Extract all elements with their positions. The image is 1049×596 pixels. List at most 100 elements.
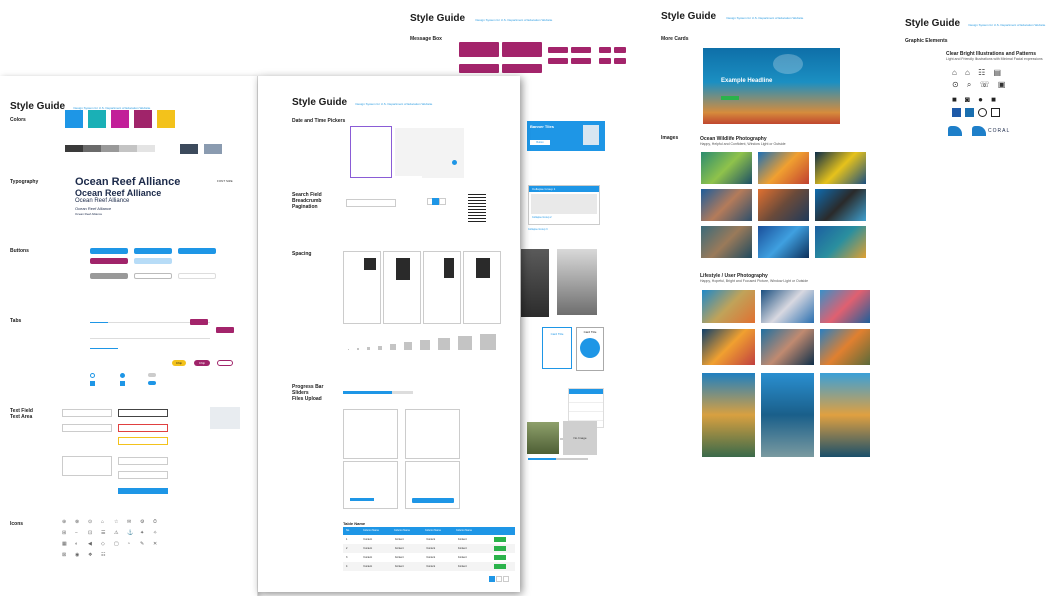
table-page-current[interactable]	[489, 576, 495, 582]
lifestyle-photo-7	[701, 372, 756, 458]
spacing-square	[404, 342, 412, 350]
table-header-cell[interactable]	[484, 527, 515, 535]
table-row[interactable]: 4 Content Content Content Content	[343, 562, 515, 571]
sparkle-icon: ✦	[140, 530, 145, 536]
message-pill-5	[599, 47, 611, 53]
banner-button[interactable]: Button	[530, 140, 550, 145]
collapse-group[interactable]: Collapse Group 1 Collapse Group 2	[528, 185, 600, 225]
primary-button[interactable]	[90, 248, 128, 254]
message-pill-2	[571, 47, 591, 53]
chip-pink[interactable]: Chip	[194, 360, 210, 366]
table-cell: Content	[394, 538, 404, 541]
secondary-button[interactable]	[90, 258, 128, 264]
row-action-button[interactable]	[494, 546, 507, 551]
search-input[interactable]	[346, 199, 396, 207]
outline-button[interactable]	[134, 273, 172, 279]
collapse-item-2[interactable]: Collapse Group 2	[529, 216, 599, 219]
anchor-icon: ⚓	[127, 530, 134, 536]
pie-icon: ◔	[127, 541, 131, 547]
primary-button-2[interactable]	[134, 248, 172, 254]
toggle-on[interactable]	[148, 381, 156, 385]
text-field-filled[interactable]	[62, 424, 112, 432]
row-action-button[interactable]	[494, 555, 507, 560]
contrast-icon: ◐	[75, 541, 79, 547]
table-icon: ▦	[62, 541, 67, 547]
hero-card[interactable]: Example Headline	[703, 48, 840, 124]
upload-button[interactable]	[412, 498, 454, 503]
spacing-thumb-2	[396, 258, 410, 280]
row-action-button[interactable]	[494, 537, 507, 542]
mid-title: Style Guide	[292, 97, 348, 108]
hero-button[interactable]	[721, 96, 739, 100]
select-2[interactable]	[118, 471, 168, 479]
facebook-icon[interactable]	[952, 108, 961, 117]
banner-title: Banner Tiles	[530, 124, 554, 129]
card-circle[interactable]: Card Title	[576, 327, 604, 371]
date-selected[interactable]	[452, 160, 457, 165]
tab-active-indicator[interactable]	[90, 322, 108, 323]
outline-button-2[interactable]	[178, 273, 216, 279]
checkbox-2[interactable]	[120, 381, 125, 386]
chip-outline[interactable]	[217, 360, 233, 366]
primary-button-3[interactable]	[178, 248, 216, 254]
text-area[interactable]	[62, 456, 112, 476]
text-field-focus[interactable]	[118, 409, 168, 417]
checkbox-1[interactable]	[90, 381, 95, 386]
table-cell: Content	[426, 556, 436, 559]
upload-card-3[interactable]	[343, 461, 398, 509]
page-2[interactable]	[439, 198, 446, 205]
table-row[interactable]: 2 Content Content Content Content	[343, 544, 515, 553]
collapse-item-3[interactable]: Collapse Group 3	[528, 228, 547, 231]
row-action-button[interactable]	[494, 564, 507, 569]
slider-track[interactable]	[528, 458, 588, 460]
tab-bar-3[interactable]	[90, 348, 118, 349]
table-header-cell[interactable]: Column Name	[391, 527, 422, 535]
date-picker-2[interactable]	[395, 128, 425, 176]
upload-card-2[interactable]	[405, 409, 460, 459]
radio-2[interactable]	[120, 373, 125, 378]
page-current[interactable]	[432, 198, 439, 205]
message-box-3	[459, 64, 499, 73]
table-header-cell[interactable]: Column Name	[422, 527, 453, 535]
checkbox-icon: ⊠	[62, 552, 67, 558]
spacing-card-4	[463, 251, 501, 324]
message-pill-1	[548, 47, 568, 53]
parrotfish-photo	[814, 225, 867, 259]
toggle-off[interactable]	[148, 373, 156, 377]
gray-button[interactable]	[90, 273, 128, 279]
table-page-3[interactable]	[503, 576, 509, 582]
table-row[interactable]: 1 Content Content Content Content	[343, 535, 515, 544]
tooltip-1	[190, 319, 208, 325]
table-row[interactable]: 3 Content Content Content Content	[343, 553, 515, 562]
collapse-header[interactable]: Collapse Group 1	[529, 186, 599, 192]
text-field-empty[interactable]	[62, 409, 112, 417]
select-list-row-2[interactable]	[569, 411, 603, 416]
table-cell: Content	[426, 538, 436, 541]
card-circle-image	[580, 338, 600, 358]
text-field-warning[interactable]	[118, 437, 168, 445]
chat-icon[interactable]	[978, 108, 987, 117]
linkedin-icon[interactable]	[965, 108, 974, 117]
text-field-error[interactable]	[118, 424, 168, 432]
radio-1[interactable]	[90, 373, 95, 378]
typography-label: Typography	[10, 179, 39, 185]
date-picker-3[interactable]	[422, 128, 464, 178]
table-header-cell[interactable]: Column Name	[360, 527, 391, 535]
table-header-cell[interactable]: No.	[343, 527, 360, 535]
upload-card-1[interactable]	[343, 409, 398, 459]
select-1[interactable]	[118, 457, 168, 465]
youtube-icon[interactable]	[991, 108, 1000, 117]
table-page-2[interactable]	[496, 576, 502, 582]
date-picker-1[interactable]	[350, 126, 392, 178]
colors-label: Colors	[10, 117, 26, 123]
select-list-row[interactable]	[569, 402, 603, 407]
table-header-cell[interactable]: Column Name	[453, 527, 484, 535]
select-list-header[interactable]	[569, 389, 603, 394]
select-option-highlight[interactable]	[118, 488, 168, 494]
x-icon: ✕	[153, 541, 158, 547]
chip-yellow[interactable]: Chip	[172, 360, 186, 366]
message-box-label: Message Box	[410, 36, 442, 42]
upload-card-4[interactable]	[405, 461, 460, 509]
card-blue-1[interactable]: Card Title	[542, 327, 572, 369]
spacing-square	[378, 346, 382, 350]
